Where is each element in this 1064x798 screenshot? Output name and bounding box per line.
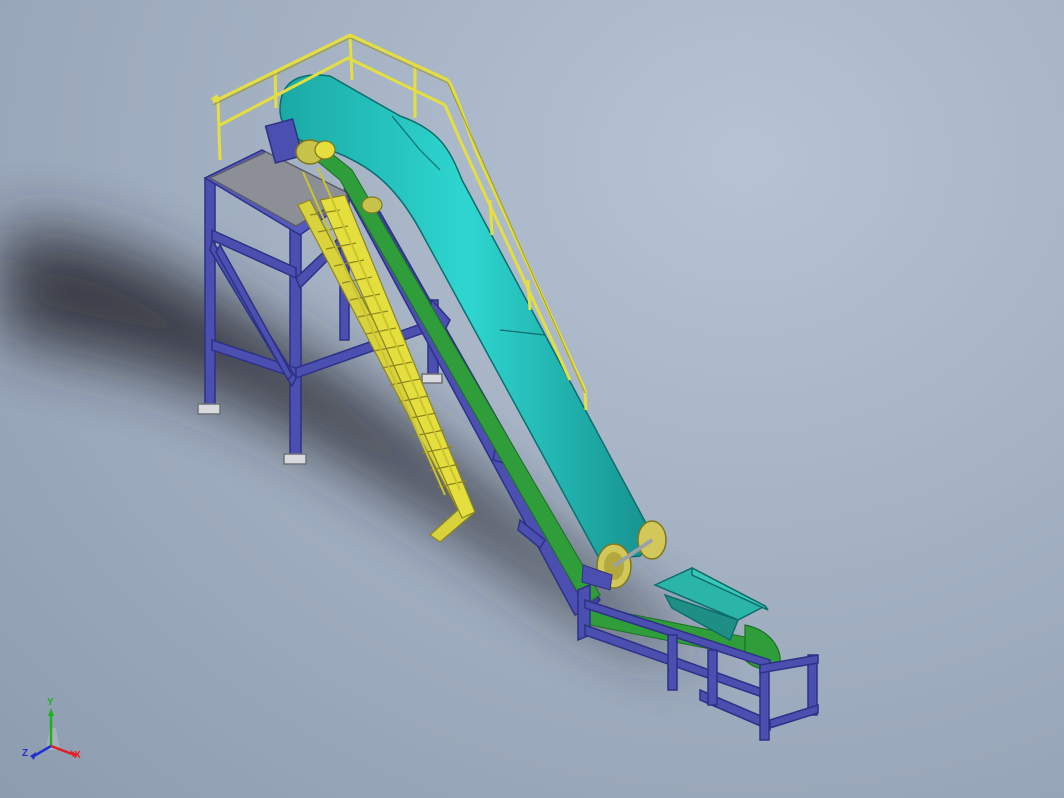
triad-z-label: Z [22, 748, 29, 759]
triad-y-label: Y [47, 697, 54, 708]
graphics-viewport[interactable]: Y X Z [0, 0, 1064, 798]
coordinate-triad: Y X Z [18, 697, 88, 770]
conveyor-model[interactable] [0, 0, 1064, 798]
triad-x-label: X [74, 750, 81, 761]
